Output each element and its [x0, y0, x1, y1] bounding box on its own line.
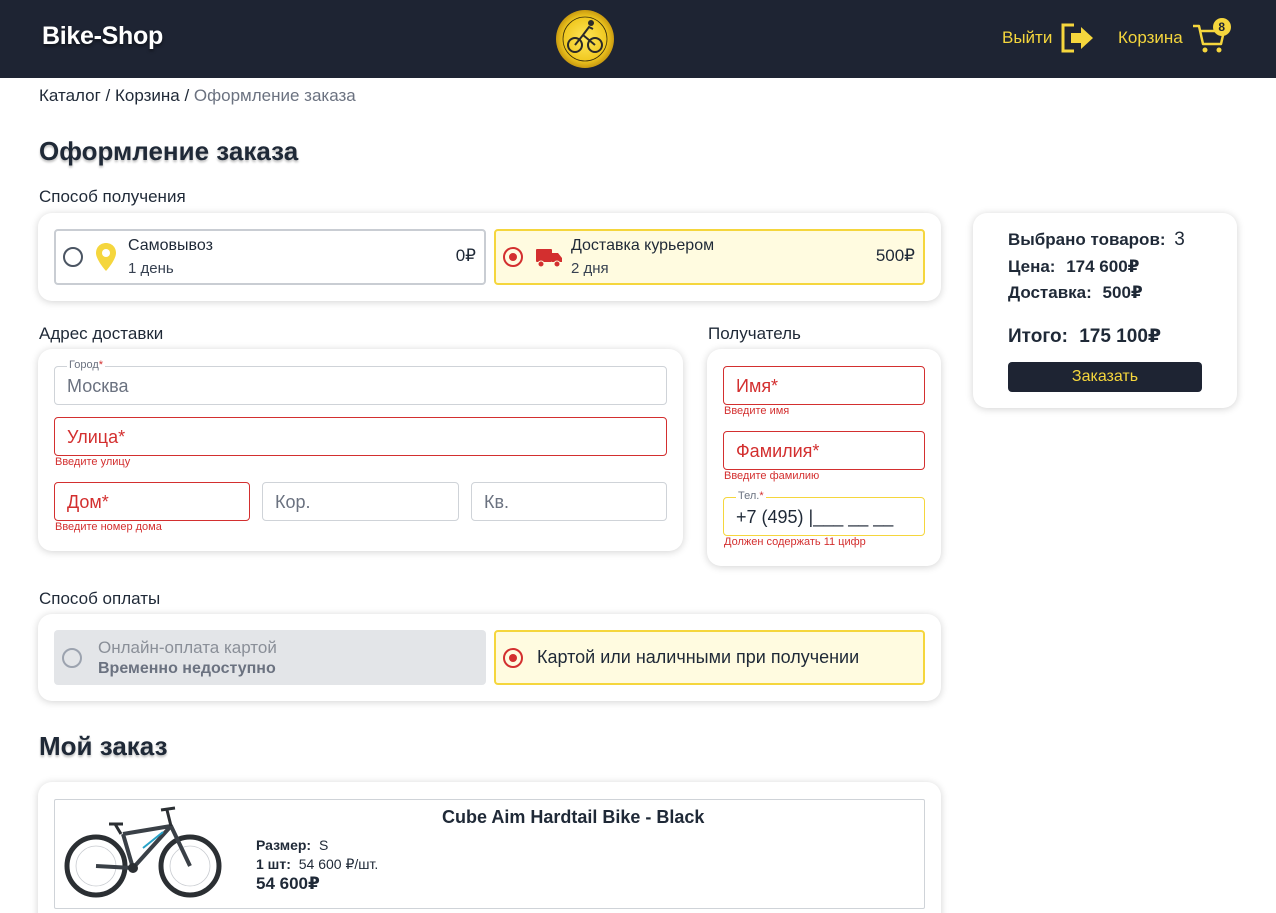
courier-duration: 2 дня: [571, 260, 609, 277]
summary-delivery-label: Доставка:: [1008, 283, 1092, 302]
pickup-text: Самовывоз 1 день: [128, 237, 213, 277]
delivery-option-courier[interactable]: Доставка курьером 2 дня 500₽: [494, 229, 925, 285]
delivery-option-pickup[interactable]: Самовывоз 1 день 0₽: [54, 229, 486, 285]
item-total-price: 54 600₽: [256, 874, 320, 893]
cart-label: Корзина: [1118, 28, 1183, 47]
cart-button[interactable]: Корзина 8: [1118, 18, 1231, 58]
breadcrumb-separator: /: [179, 86, 194, 105]
building-field[interactable]: Кор.: [262, 482, 459, 521]
online-payment-unavailable: Временно недоступно: [98, 659, 276, 677]
breadcrumb-catalog[interactable]: Каталог: [39, 86, 101, 105]
building-placeholder: Кор.: [275, 492, 311, 512]
bike-product-image: [64, 806, 222, 898]
courier-price: 500₽: [875, 246, 915, 265]
online-payment-radio: [62, 647, 82, 668]
item-qty-row: 1 шт: 54 600 ₽/шт.: [256, 856, 378, 873]
pickup-radio[interactable]: [63, 247, 83, 267]
street-placeholder: Улица*: [67, 427, 126, 447]
summary-total-value: 175 100₽: [1079, 326, 1162, 347]
item-size-row: Размер: S: [256, 837, 328, 853]
house-field[interactable]: Дом*: [54, 482, 250, 521]
first-name-placeholder: Имя*: [736, 376, 779, 396]
breadcrumb-cart[interactable]: Корзина: [115, 86, 180, 105]
apartment-placeholder: Кв.: [484, 492, 510, 512]
house-error: Введите номер дома: [55, 521, 162, 533]
breadcrumb: Каталог / Корзина / Оформление заказа: [39, 86, 356, 106]
phone-error: Должен содержать 11 цифр: [724, 536, 866, 548]
phone-field-label: Тел.*: [736, 490, 766, 502]
payment-option-online: Онлайн-оплата картой Временно недоступно: [54, 630, 486, 685]
summary-price-value: 174 600₽: [1066, 257, 1140, 276]
item-qty-label: 1 шт:: [256, 856, 291, 872]
place-order-button[interactable]: Заказать: [1008, 362, 1202, 392]
breadcrumb-separator: /: [100, 86, 115, 105]
cart-icon: 8: [1191, 18, 1231, 56]
summary-items-label: Выбрано товаров:: [1008, 230, 1166, 249]
delivery-method-label: Способ получения: [39, 187, 186, 206]
on-delivery-radio[interactable]: [503, 647, 523, 668]
pickup-price: 0₽: [455, 246, 476, 265]
phone-value: +7 (495) |___ __ __: [736, 507, 894, 527]
payment-method-card: Онлайн-оплата картой Временно недоступно…: [38, 614, 941, 701]
on-delivery-title: Картой или наличными при получении: [537, 647, 860, 667]
courier-radio[interactable]: [503, 247, 523, 267]
item-size-value: S: [318, 837, 329, 853]
online-payment-text: Онлайн-оплата картой Временно недоступно: [98, 638, 277, 678]
online-payment-title: Онлайн-оплата картой: [98, 637, 277, 657]
address-label: Адрес доставки: [39, 324, 164, 343]
city-field[interactable]: Город* Москва: [54, 359, 667, 405]
street-field[interactable]: Улица*: [54, 417, 667, 456]
logout-button[interactable]: Выйти: [1002, 22, 1096, 54]
order-item: Cube Aim Hardtail Bike - Black Размер: S…: [54, 799, 925, 909]
phone-field[interactable]: Тел.* +7 (495) |___ __ __: [723, 490, 925, 536]
item-name[interactable]: Cube Aim Hardtail Bike - Black: [442, 807, 704, 828]
first-name-error: Введите имя: [724, 405, 790, 417]
summary-delivery-value: 500₽: [1102, 283, 1143, 302]
payment-method-label: Способ оплаты: [39, 589, 161, 608]
address-card: Город* Москва Улица* Введите улицу Дом* …: [38, 349, 683, 551]
summary-delivery-row: Доставка: 500₽: [1008, 283, 1143, 303]
summary-total-row: Итого: 175 100₽: [1008, 325, 1161, 348]
last-name-field[interactable]: Фамилия*: [723, 431, 925, 470]
summary-items-row: Выбрано товаров: 3: [1008, 229, 1185, 251]
last-name-placeholder: Фамилия*: [736, 441, 820, 461]
logout-icon: [1061, 23, 1094, 53]
top-nav-bar: Bike-Shop Выйти Корзина 8: [0, 0, 1276, 78]
city-value: Москва: [67, 376, 129, 396]
summary-items-value: 3: [1174, 229, 1185, 250]
house-placeholder: Дом*: [67, 492, 109, 512]
brand-name[interactable]: Bike-Shop: [42, 22, 163, 51]
city-field-label: Город*: [67, 359, 106, 371]
delivery-method-card: Самовывоз 1 день 0₽ Доставка курьером 2 …: [38, 213, 941, 301]
item-size-label: Размер:: [256, 837, 312, 853]
summary-total-label: Итого:: [1008, 326, 1068, 347]
recipient-card: Имя* Введите имя Фамилия* Введите фамили…: [707, 349, 941, 566]
page-title: Оформление заказа: [39, 136, 299, 166]
last-name-error: Введите фамилию: [724, 470, 820, 482]
courier-text: Доставка курьером 2 дня: [571, 237, 714, 277]
location-pin-icon: [96, 243, 116, 271]
logout-label: Выйти: [1002, 28, 1053, 47]
shop-logo[interactable]: [555, 9, 615, 69]
breadcrumb-current: Оформление заказа: [193, 86, 356, 105]
courier-title: Доставка курьером: [571, 237, 715, 254]
my-order-title: Мой заказ: [39, 731, 168, 761]
summary-price-row: Цена: 174 600₽: [1008, 257, 1139, 277]
pickup-duration: 1 день: [128, 260, 174, 277]
apartment-field[interactable]: Кв.: [471, 482, 667, 521]
delivery-truck-icon: [536, 249, 562, 268]
recipient-label: Получатель: [708, 324, 801, 343]
cart-count-badge: 8: [1212, 18, 1231, 36]
item-unit-price: 54 600 ₽/шт.: [298, 856, 379, 872]
street-error: Введите улицу: [55, 456, 131, 468]
payment-option-on-delivery[interactable]: Картой или наличными при получении: [494, 630, 925, 685]
summary-price-label: Цена:: [1008, 257, 1056, 276]
first-name-field[interactable]: Имя*: [723, 366, 925, 405]
pickup-title: Самовывоз: [128, 237, 213, 254]
